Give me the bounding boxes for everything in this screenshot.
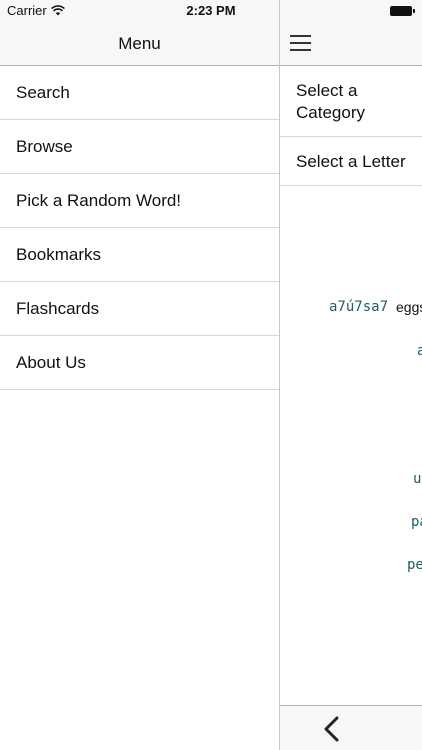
menu-item-flashcards[interactable]: Flashcards [0, 282, 279, 336]
main-content: Select a Category Select a Letter a7ú7sa… [280, 0, 422, 750]
menu-item-about-us[interactable]: About Us [0, 336, 279, 390]
app-screen: Carrier Menu Search Browse Pick a Random… [0, 0, 422, 750]
chevron-left-icon[interactable] [321, 716, 343, 742]
word-transliteration[interactable]: u [413, 471, 421, 487]
side-menu: Carrier Menu Search Browse Pick a Random… [0, 0, 279, 750]
status-time: 2:23 PM [186, 3, 236, 18]
letter-selector[interactable]: Select a Letter [280, 137, 422, 186]
menu-navbar: Menu [0, 22, 279, 66]
word-transliteration[interactable]: a7ú7sa7 [329, 299, 388, 315]
menu-list: Search Browse Pick a Random Word! Bookma… [0, 66, 279, 390]
menu-title: Menu [118, 34, 161, 53]
word-transliteration[interactable]: pa [411, 514, 422, 530]
word-transliteration[interactable]: a [417, 343, 422, 359]
bottom-toolbar [280, 705, 422, 750]
menu-item-bookmarks[interactable]: Bookmarks [0, 228, 279, 282]
hamburger-icon[interactable] [290, 35, 312, 51]
menu-item-browse[interactable]: Browse [0, 120, 279, 174]
category-selector[interactable]: Select a Category [280, 66, 422, 137]
word-english[interactable]: eggs [396, 299, 422, 315]
menu-item-random-word[interactable]: Pick a Random Word! [0, 174, 279, 228]
menu-item-search[interactable]: Search [0, 66, 279, 120]
content-navbar [280, 22, 422, 66]
word-transliteration[interactable]: pe [407, 557, 422, 573]
